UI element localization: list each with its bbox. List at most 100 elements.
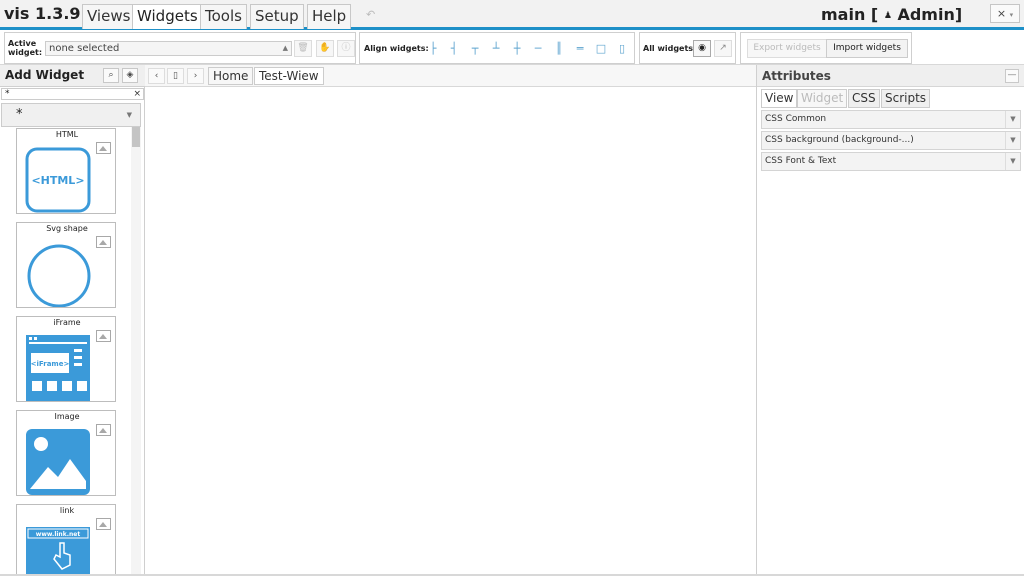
same-size-icon[interactable]: □ bbox=[594, 42, 608, 56]
distribute-vertical-icon[interactable]: ═ bbox=[573, 42, 587, 56]
chevron-right-icon[interactable]: › bbox=[187, 68, 204, 84]
tab-scripts[interactable]: Scripts bbox=[881, 89, 931, 108]
widget-name: Image bbox=[54, 412, 80, 421]
css-common-group[interactable]: CSS Common ▼ bbox=[761, 110, 1021, 129]
widget-name: HTML bbox=[55, 130, 79, 139]
widget-card-iframe[interactable]: iFrame <iFrame> bbox=[16, 316, 116, 402]
active-widget-value: none selected bbox=[49, 43, 120, 54]
widget-list-scrollbar[interactable] bbox=[131, 127, 141, 576]
widget-name: link bbox=[59, 506, 75, 515]
align-widgets-label: Align widgets: bbox=[364, 44, 429, 53]
html-widget-icon: <HTML> bbox=[25, 147, 91, 213]
top-menu-bar: vis 1.3.9 Views Widgets Tools Setup Help… bbox=[0, 0, 1024, 30]
clear-filter-icon[interactable]: × bbox=[133, 89, 141, 99]
widget-card-html[interactable]: HTML <HTML> bbox=[16, 128, 116, 214]
active-label-line2: widget: bbox=[8, 48, 43, 57]
search-icon[interactable]: ⌕ bbox=[103, 68, 119, 83]
view-tab-home[interactable]: Home bbox=[208, 67, 254, 85]
chevron-left-icon[interactable]: ‹ bbox=[148, 68, 165, 84]
import-export-group: Export widgets Import widgets bbox=[740, 32, 912, 64]
align-center-horizontal-icon[interactable]: ─ bbox=[531, 42, 545, 56]
active-label-line1: Active bbox=[8, 39, 37, 48]
align-top-icon[interactable]: ┬ bbox=[468, 42, 482, 56]
css-font-text-group[interactable]: CSS Font & Text ▼ bbox=[761, 152, 1021, 171]
project-user-label: main [ ♟ Admin] bbox=[821, 5, 962, 24]
same-width-icon[interactable]: ▯ bbox=[615, 42, 629, 56]
group-label: CSS Common bbox=[765, 114, 827, 124]
link-widget-icon: www.link.net bbox=[26, 527, 90, 575]
chevron-down-icon: ▼ bbox=[1005, 153, 1020, 170]
image-preview-icon bbox=[96, 424, 111, 436]
widget-set-value: * bbox=[16, 107, 23, 122]
widget-name: Svg shape bbox=[46, 224, 88, 233]
menu-tab-setup[interactable]: Setup bbox=[250, 4, 304, 29]
menu-tab-help[interactable]: Help bbox=[307, 4, 352, 29]
chevron-down-icon: ▼ bbox=[1005, 111, 1020, 128]
widget-card-image[interactable]: Image bbox=[16, 410, 116, 496]
link-preview-text: www.link.net bbox=[36, 531, 81, 538]
all-widgets-label: All widgets: bbox=[643, 44, 697, 53]
clipboard-icon[interactable]: ▯ bbox=[167, 68, 184, 84]
widget-filter-input[interactable]: * × bbox=[1, 88, 144, 100]
minimize-icon[interactable]: — bbox=[1005, 69, 1019, 83]
distribute-horizontal-icon[interactable]: ║ bbox=[552, 42, 566, 56]
css-background-group[interactable]: CSS background (background-...) ▼ bbox=[761, 131, 1021, 150]
info-icon[interactable]: ⓘ bbox=[337, 40, 355, 57]
align-left-icon[interactable]: ├ bbox=[426, 42, 440, 56]
scrollbar-thumb[interactable] bbox=[132, 127, 140, 147]
user-icon: ♟ bbox=[883, 11, 892, 21]
tab-widget: Widget bbox=[797, 89, 848, 108]
add-widget-header: Add Widget ⌕ ◈ bbox=[0, 65, 145, 87]
attributes-header: Attributes — bbox=[757, 65, 1024, 87]
image-preview-icon bbox=[96, 330, 111, 342]
circle-shape-icon bbox=[27, 244, 91, 307]
lock-widget-icon[interactable]: ✋ bbox=[316, 40, 334, 57]
undo-icon[interactable]: ↶ bbox=[366, 8, 375, 21]
widget-card-svg-shape[interactable]: Svg shape bbox=[16, 222, 116, 308]
menu-tab-tools[interactable]: Tools bbox=[200, 4, 247, 29]
align-center-vertical-icon[interactable]: ┼ bbox=[510, 42, 524, 56]
image-preview-icon bbox=[96, 236, 111, 248]
import-widgets-button[interactable]: Import widgets bbox=[826, 39, 908, 58]
user-name: Admin] bbox=[897, 5, 963, 24]
widget-name: iFrame bbox=[53, 318, 81, 327]
widget-toolbar: Active widget: none selected ▲ 🗑 ✋ ⓘ Ali… bbox=[0, 30, 1024, 65]
widget-card-link[interactable]: link www.link.net bbox=[16, 504, 116, 576]
view-tab-test-wiew[interactable]: Test-Wiew bbox=[254, 67, 324, 85]
project-name: main [ bbox=[821, 5, 879, 24]
image-widget-icon bbox=[26, 429, 90, 495]
menu-tab-widgets[interactable]: Widgets bbox=[132, 4, 203, 29]
chevron-down-icon: ▼ bbox=[126, 111, 132, 119]
attributes-panel: Attributes — View Widget CSS Scripts CSS… bbox=[756, 65, 1024, 576]
align-right-icon[interactable]: ┤ bbox=[447, 42, 461, 56]
lock-all-icon[interactable]: ◉ bbox=[693, 40, 711, 57]
active-widget-group: Active widget: none selected ▲ 🗑 ✋ ⓘ bbox=[4, 32, 356, 64]
widget-set-select[interactable]: * ▼ bbox=[1, 103, 141, 127]
group-label: CSS background (background-...) bbox=[765, 135, 914, 145]
external-link-icon[interactable]: ↗ bbox=[714, 40, 732, 57]
view-canvas[interactable] bbox=[145, 87, 756, 574]
all-widgets-group: All widgets: ◉ ↗ bbox=[639, 32, 736, 64]
close-button[interactable]: × ▾ bbox=[990, 4, 1020, 23]
group-label: CSS Font & Text bbox=[765, 156, 837, 166]
delete-widget-icon[interactable]: 🗑 bbox=[294, 40, 312, 57]
tab-css[interactable]: CSS bbox=[848, 89, 880, 108]
chevron-down-icon: ▼ bbox=[1005, 132, 1020, 149]
select-arrow-icon: ▲ bbox=[282, 44, 288, 52]
add-widget-title: Add Widget bbox=[5, 68, 85, 82]
html-preview-text: <HTML> bbox=[31, 174, 84, 187]
tag-icon[interactable]: ◈ bbox=[122, 68, 138, 83]
tab-view[interactable]: View bbox=[761, 89, 798, 108]
attributes-title: Attributes bbox=[762, 69, 831, 83]
active-widget-select[interactable]: none selected ▲ bbox=[45, 41, 292, 56]
menu-tab-views[interactable]: Views bbox=[82, 4, 136, 29]
app-title: vis 1.3.9 bbox=[4, 4, 81, 23]
align-widgets-group: Align widgets: ├ ┤ ┬ ┴ ┼ ─ ║ ═ □ ▯ bbox=[359, 32, 635, 64]
add-widget-panel: Add Widget ⌕ ◈ * × * ▼ HTML <HTML> Svg s… bbox=[0, 65, 145, 576]
image-preview-icon bbox=[96, 142, 111, 154]
align-bottom-icon[interactable]: ┴ bbox=[489, 42, 503, 56]
filter-value: * bbox=[5, 89, 10, 99]
close-icon: × bbox=[996, 7, 1007, 20]
export-widgets-button[interactable]: Export widgets bbox=[747, 39, 827, 58]
image-preview-icon bbox=[96, 518, 111, 530]
